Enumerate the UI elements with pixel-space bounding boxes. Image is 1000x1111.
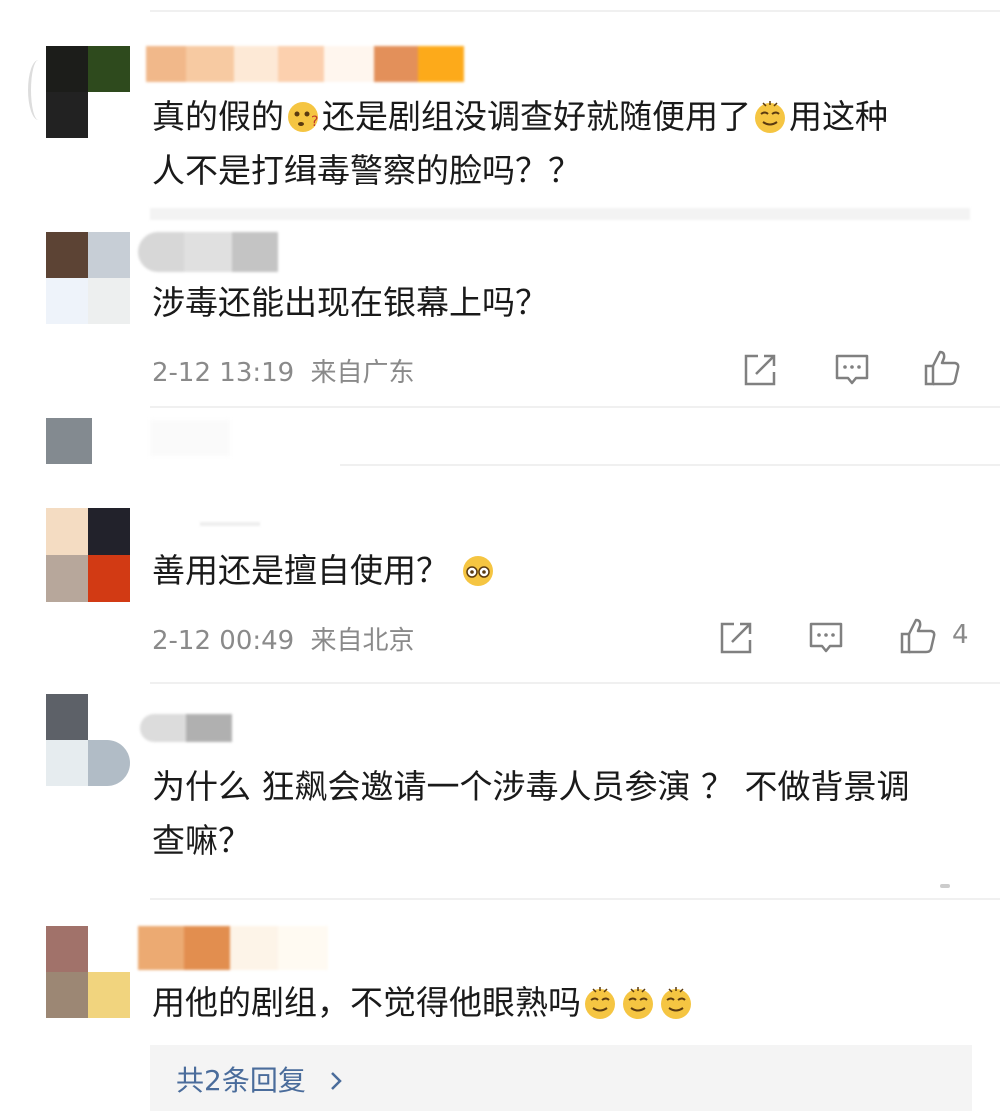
share-icon[interactable] <box>716 618 756 658</box>
comment-text-segment: 真的假的 <box>152 97 284 136</box>
comment-text-line2: 人不是打缉毒警察的脸吗？？ <box>152 151 581 190</box>
avatar[interactable] <box>46 46 130 138</box>
thumbs-up-icon[interactable] <box>922 348 962 388</box>
comment-text-segment: 善用还是擅自使用？ <box>152 551 449 590</box>
smirk-face-icon <box>659 982 693 1019</box>
comment-text: 真的假的? 还是剧组没调查好就随便用了 用这种 <box>152 90 888 144</box>
comment-text-segment: 用这种 <box>789 97 888 136</box>
svg-text:?: ? <box>311 114 318 130</box>
avatar[interactable] <box>46 508 130 602</box>
view-replies-link[interactable]: 共2条回复 <box>176 1059 347 1099</box>
chevron-right-icon <box>325 1066 347 1090</box>
avatar[interactable] <box>46 232 130 324</box>
comment-location: 来自北京 <box>310 626 415 656</box>
comment-icon[interactable] <box>806 618 846 658</box>
comment-location: 来自广东 <box>310 358 415 388</box>
comment-text: 涉毒还能出现在银幕上吗？ <box>152 283 548 322</box>
comment-icon[interactable] <box>832 350 872 390</box>
smirk-face-icon <box>753 96 787 133</box>
username-blurred[interactable] <box>140 714 232 742</box>
comment-text-segment: 还是剧组没调查好就随便用了 <box>322 97 751 136</box>
avatar[interactable] <box>46 418 92 464</box>
divider <box>340 464 1000 466</box>
divider <box>150 898 1000 900</box>
thumbs-up-icon[interactable] <box>898 616 938 656</box>
like-count: 4 <box>952 620 969 650</box>
comment-time: 2-12 13:19 <box>152 358 295 388</box>
username-blurred[interactable] <box>138 232 278 272</box>
confused-face-icon: ? <box>286 96 320 132</box>
hidden-row-blurred <box>150 208 970 220</box>
avatar[interactable] <box>46 926 130 1018</box>
comment-text: 善用还是擅自使用？ <box>152 544 497 598</box>
replies-panel[interactable]: 共2条回复 <box>150 1045 972 1111</box>
ellipsis-icon <box>940 884 950 888</box>
comment-text: 用他的剧组，不觉得他眼熟吗 <box>152 976 695 1030</box>
divider <box>150 10 1000 12</box>
comment-meta: 2-12 00:49 来自北京 <box>152 620 414 657</box>
smirk-face-icon <box>621 982 655 1019</box>
replies-label: 共2条回复 <box>176 1064 306 1097</box>
username-blurred <box>200 522 260 526</box>
comment-time: 2-12 00:49 <box>152 626 295 656</box>
divider <box>150 406 1000 408</box>
avatar[interactable] <box>46 694 130 786</box>
comment-meta: 2-12 13:19 来自广东 <box>152 352 414 389</box>
facepalm-face-icon <box>461 550 495 586</box>
comment-text-line1: 为什么 狂飙会邀请一个涉毒人员参演 ？ 不做背景调 <box>152 767 910 806</box>
username-blurred[interactable] <box>146 46 464 82</box>
username-blurred <box>150 420 230 456</box>
avatar-ring <box>28 60 49 120</box>
comment-text-line2: 查嘛？ <box>152 821 251 860</box>
username-blurred[interactable] <box>138 926 328 970</box>
smirk-face-icon <box>583 982 617 1019</box>
comment-text-segment: 用他的剧组，不觉得他眼熟吗 <box>152 983 581 1022</box>
divider <box>150 682 1000 684</box>
share-icon[interactable] <box>740 350 780 390</box>
